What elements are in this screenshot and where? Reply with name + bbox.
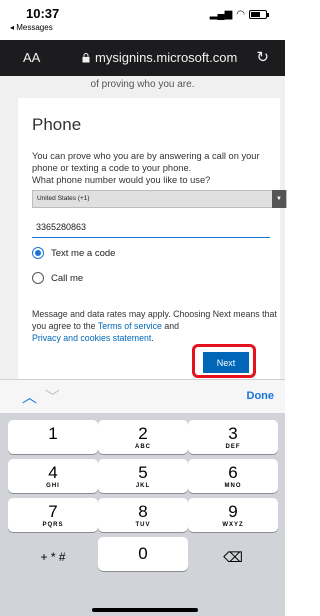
key-digit: 9 [228,502,238,521]
previous-text: of proving who you are. [90,79,195,90]
key-digit: 5 [138,463,148,482]
key-3[interactable]: 3 DEF [188,420,278,454]
address-field[interactable]: mysignins.microsoft.com [82,50,237,65]
key-digit: 2 [138,424,148,443]
key-digit: + * # [40,550,66,564]
key-1[interactable]: 1 [8,420,98,454]
reader-settings-button[interactable]: AA [23,50,40,65]
numeric-keypad: 1 2 ABC 3 DEF 4 GHI 5 JKL 6 MNO 7 PQRS 8… [0,413,285,616]
key-digit: 7 [48,502,58,521]
option-label: Call me [51,272,84,284]
wifi-icon: ◠ [236,9,245,20]
status-bar: 10:37 ◂ Messages ▂▄▆ ◠ [0,0,285,40]
key-2[interactable]: 2 ABC [98,420,188,454]
key-5[interactable]: 5 JKL [98,459,188,493]
country-value: United States (+1) [37,195,90,202]
option-text-me[interactable]: Text me a code [32,247,115,259]
key-digit: 4 [48,463,58,482]
key-digit: 0 [138,544,148,563]
chevron-down-icon: ▼ [272,190,286,208]
key-7[interactable]: 7 PQRS [8,498,98,532]
signal-icon: ▂▄▆ [209,9,233,20]
keyboard-accessory-bar: ︿ ﹀ Done [0,379,285,413]
web-page: of proving who you are. Phone You can pr… [0,76,287,379]
next-field-icon[interactable]: ﹀ [45,386,60,407]
key-digit: 3 [228,424,238,443]
key-symbols[interactable]: + * # [8,537,98,571]
reload-icon[interactable]: ↻ [256,48,269,66]
key-8[interactable]: 8 TUV [98,498,188,532]
previous-field-icon[interactable]: ︿ [22,386,37,407]
terms-notice: Message and data rates may apply. Choosi… [32,308,282,344]
option-label: Text me a code [51,247,116,259]
key-4[interactable]: 4 GHI [8,459,98,493]
done-button[interactable]: Done [247,390,275,402]
radio-checked-icon[interactable] [32,247,44,259]
backspace-icon: ⌫ [223,549,243,565]
key-digit: 6 [228,463,238,482]
next-button[interactable]: Next [203,352,249,373]
key-letters: TUV [135,522,151,528]
key-0[interactable]: 0 [98,537,188,571]
key-letters: ABC [135,444,151,450]
url-text: mysignins.microsoft.com [95,50,238,65]
terms-link[interactable]: Terms of service [98,321,162,331]
back-to-messages[interactable]: ◂ Messages [10,23,53,32]
key-letters: WXYZ [222,522,244,528]
key-letters: PQRS [42,522,64,528]
status-time: 10:37 [26,6,60,21]
privacy-link[interactable]: Privacy and cookies statement [32,333,151,343]
description: You can prove who you are by answering a… [32,151,260,173]
phone-card: Phone You can prove who you are by answe… [18,98,287,379]
phone-question: What phone number would you like to use? [32,175,211,185]
home-indicator [92,608,198,612]
key-digit: 1 [48,424,58,443]
key-letters: GHI [46,483,60,489]
key-digit: 8 [138,502,148,521]
phone-number-input[interactable] [32,216,270,238]
lock-icon [82,52,90,62]
key-letters: MNO [224,483,242,489]
radio-unchecked-icon[interactable] [32,272,44,284]
notice-and: and [161,321,180,331]
notice-end: . [151,333,154,343]
key-delete[interactable]: ⌫ [188,537,278,571]
country-select[interactable]: United States (+1) ▼ [32,190,287,208]
key-6[interactable]: 6 MNO [188,459,278,493]
key-letters: DEF [225,444,241,450]
status-icons: ▂▄▆ ◠ [209,9,269,20]
key-9[interactable]: 9 WXYZ [188,498,278,532]
battery-icon [249,10,269,19]
url-bar: AA mysignins.microsoft.com ↻ [0,40,285,76]
page-title: Phone [32,115,82,134]
key-letters: JKL [135,483,151,489]
option-call-me[interactable]: Call me [32,272,83,284]
